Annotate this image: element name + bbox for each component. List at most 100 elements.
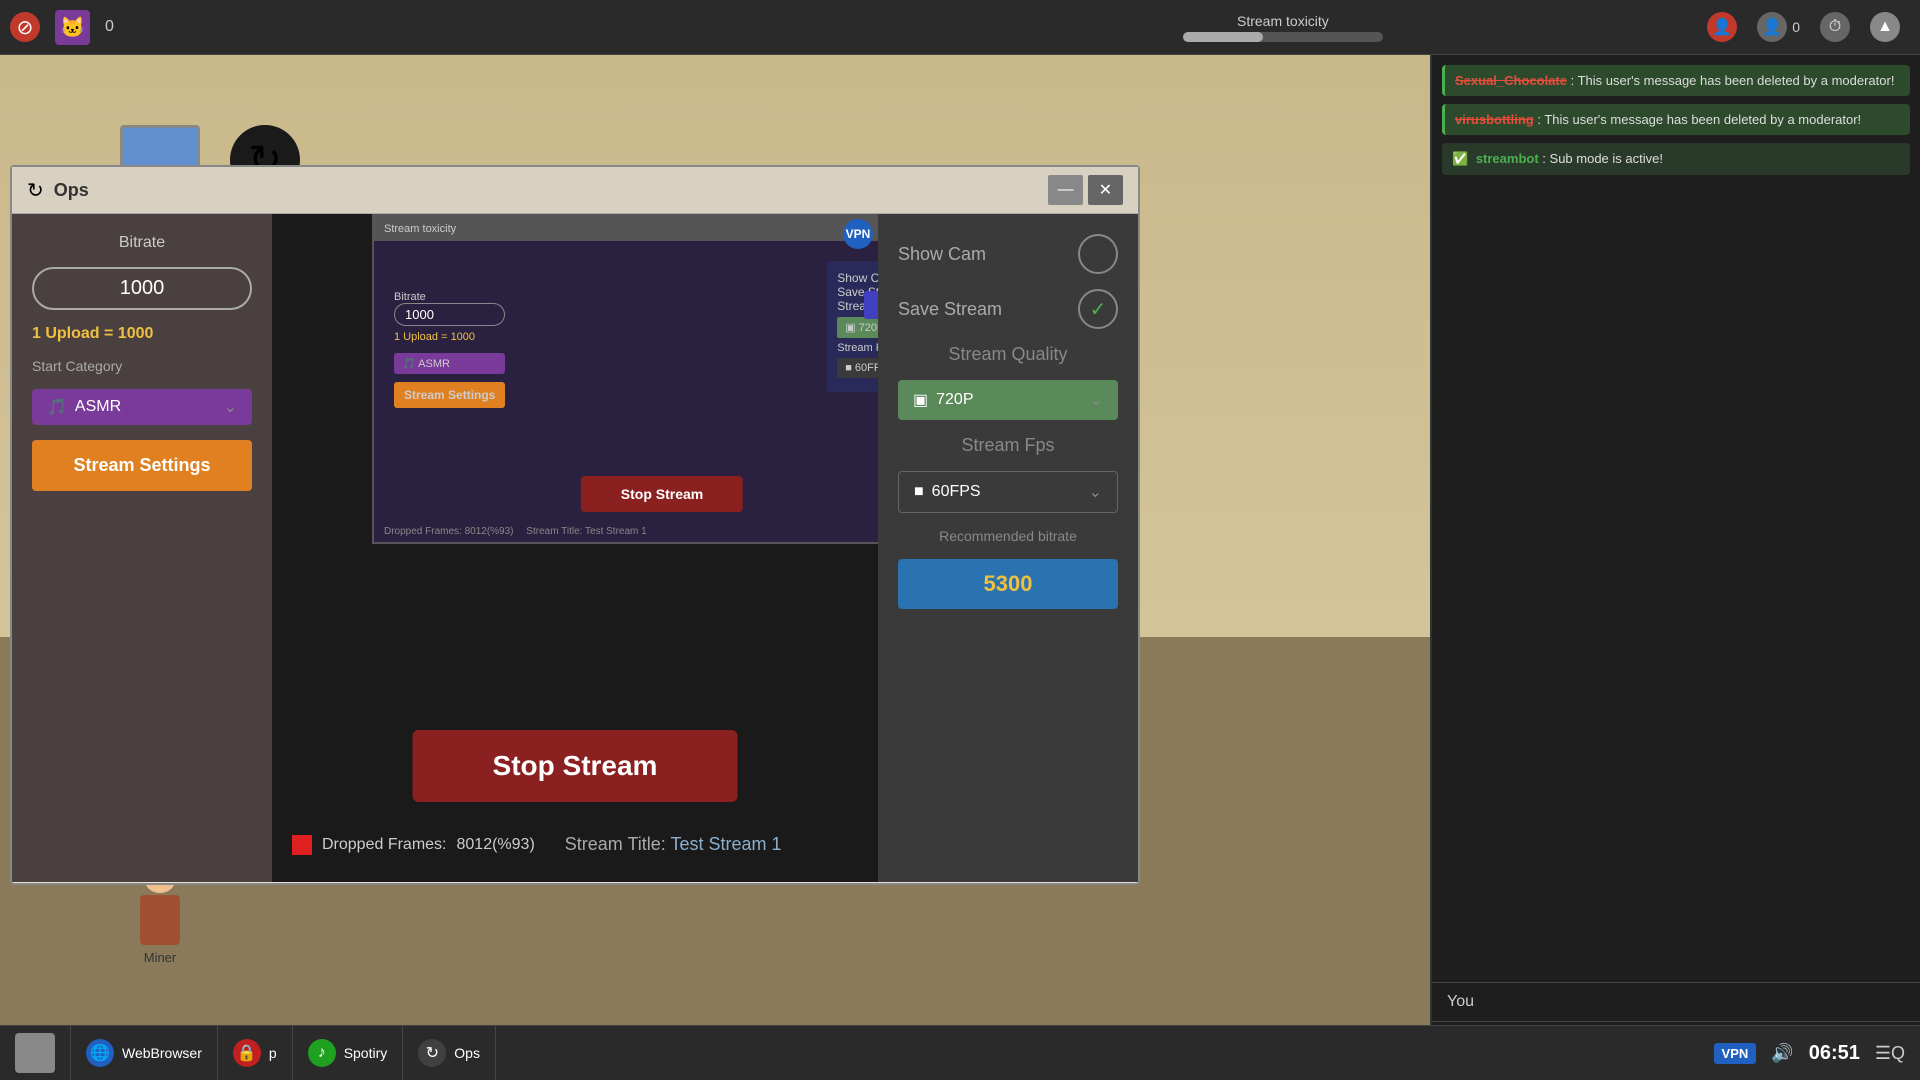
right-controls: Show Cam Save Stream ✓ Stream Quality ▣ … <box>878 214 1138 882</box>
toxicity-title: Stream toxicity <box>1237 13 1329 29</box>
ops-label: Ops <box>454 1045 480 1061</box>
ops-icon: ↻ <box>418 1039 446 1067</box>
taskbar-spotiry[interactable]: ♪ Spotiry <box>293 1026 404 1080</box>
top-bar: ⊘ 🐱 0 Stream toxicity 👤 👤 0 ⏱ ▲ <box>0 0 1920 55</box>
fps-select[interactable]: ■ 60FPS ⌄ <box>898 471 1118 513</box>
taskbar-blank[interactable] <box>0 1026 71 1080</box>
taskbar-webbrowser[interactable]: 🌐 WebBrowser <box>71 1026 218 1080</box>
spotiry-icon: ♪ <box>308 1039 336 1067</box>
deleted-text-1: : This user's message has been deleted b… <box>1571 73 1895 88</box>
recommended-label: Recommended bitrate <box>898 528 1118 544</box>
person-count: 0 <box>1792 19 1800 35</box>
stream-settings-button[interactable]: Stream Settings <box>32 440 252 491</box>
minimize-button[interactable]: — <box>1048 175 1083 205</box>
nested-bitrate-label: Bitrate <box>394 291 505 303</box>
nested-header-text: Stream toxicity <box>384 223 456 235</box>
save-stream-toggle[interactable]: ✓ <box>1078 289 1118 329</box>
bottom-info-bar: Dropped Frames: 8012(%93) Stream Title: … <box>272 807 878 882</box>
streambot-text: : Sub mode is active! <box>1542 151 1663 166</box>
vpn-preview-badge: VPN <box>843 219 873 249</box>
dropped-frames-value: 8012(%93) <box>457 836 535 854</box>
status-section: You <box>1432 982 1920 1021</box>
toxicity-bar <box>1183 32 1263 42</box>
toxicity-section: Stream toxicity <box>859 13 1708 42</box>
category-arrow-icon: ⌄ <box>224 397 237 417</box>
volume-icon[interactable]: 🔊 <box>1771 1043 1793 1064</box>
window-controls: — ✕ <box>1048 175 1123 205</box>
miner-label: Miner <box>140 950 180 965</box>
fps-value: 60FPS <box>932 483 981 501</box>
nested-fps-value: ■ 60FPS ↕ <box>837 358 878 378</box>
show-cam-toggle[interactable] <box>1078 234 1118 274</box>
taskbar-right: VPN 🔊 06:51 ☰Q <box>1699 1042 1920 1065</box>
category-select[interactable]: 🎵 ASMR ⌄ <box>32 389 252 425</box>
person-count-group: 👤 0 <box>1757 12 1800 42</box>
webbrowser-icon: 🌐 <box>86 1039 114 1067</box>
nested-stream-body: Show Cam ○ Save Stream ✓ Stream Quality … <box>374 241 878 542</box>
taskbar-menu-icon[interactable]: ☰Q <box>1875 1043 1905 1064</box>
taskbar-p[interactable]: 🔒 p <box>218 1026 293 1080</box>
main-area: ↻ Miner ↻ Ops — ✕ Bitrate 1 <box>0 55 1430 1025</box>
quality-arrow-icon: ⌄ <box>1090 390 1103 410</box>
nested-settings-btn: Stream Settings <box>394 382 505 408</box>
chat-message-deleted-1: Sexual_Chocolate : This user's message h… <box>1442 65 1910 96</box>
arrow-up-icon: ▲ <box>1870 12 1900 42</box>
deleted-text-2: : This user's message has been deleted b… <box>1537 112 1861 127</box>
bitrate-input[interactable] <box>32 267 252 310</box>
quality-icon: ▣ <box>913 390 928 410</box>
chat-messages-area: Sexual_Chocolate : This user's message h… <box>1432 55 1920 982</box>
taskbar-ops[interactable]: ↻ Ops <box>403 1026 496 1080</box>
nested-upload: 1 Upload = 1000 <box>394 331 505 343</box>
show-cam-row: Show Cam <box>898 234 1118 274</box>
nested-dropped: Dropped Frames: 8012(%93) <box>384 526 514 537</box>
window-title: Ops <box>54 180 1038 201</box>
p-icon: 🔒 <box>233 1039 261 1067</box>
chat-message-bot: ✅ streambot : Sub mode is active! <box>1442 143 1910 175</box>
show-cam-label: Show Cam <box>898 244 986 265</box>
timer-icon: ⏱ <box>1820 12 1850 42</box>
vpn-badge: VPN <box>1714 1043 1757 1064</box>
game-scene: ↻ Miner ↻ Ops — ✕ Bitrate 1 <box>0 55 1430 1025</box>
status-label: You <box>1447 993 1474 1010</box>
taskbar-blank-icon <box>15 1033 55 1073</box>
nested-stop-text: Stop Stream <box>621 486 703 502</box>
left-panel: Bitrate 1 Upload = 1000 Start Category 🎵… <box>12 214 272 882</box>
stream-title-value: Test Stream 1 <box>671 834 782 854</box>
nested-left-info: Bitrate 1000 1 Upload = 1000 🎵 ASMR Stre… <box>394 291 505 408</box>
streambot-checkmark: ✅ <box>1452 151 1468 166</box>
window-titlebar: ↻ Ops — ✕ <box>12 167 1138 214</box>
top-bar-icons: 👤 👤 0 ⏱ ▲ <box>1707 12 1920 42</box>
category-icon: 🎵 <box>47 397 67 417</box>
quality-value: 720P <box>936 391 973 409</box>
dropped-frames: Dropped Frames: 8012(%93) <box>292 835 535 855</box>
stream-title-section: Stream Title: Test Stream 1 <box>565 834 782 855</box>
nested-title: Stream Title: Test Stream 1 <box>526 526 646 537</box>
nested-fps-label: Stream Fps <box>837 342 878 354</box>
close-button[interactable]: ✕ <box>1088 175 1123 205</box>
cat-count: 0 <box>105 18 114 36</box>
recommended-bitrate-value: 5300 <box>898 559 1118 609</box>
toxicity-bar-container <box>1183 32 1383 42</box>
cat-avatar: 🐱 <box>55 10 90 45</box>
top-bar-left: ⊘ 🐱 0 <box>0 10 859 45</box>
quality-title: Stream Quality <box>898 344 1118 365</box>
nested-show-cam: Show Cam ○ <box>837 271 878 285</box>
chat-message-deleted-2: virusbottling : This user's message has … <box>1442 104 1910 135</box>
webbrowser-label: WebBrowser <box>122 1045 202 1061</box>
deleted-username-1: Sexual_Chocolate <box>1455 73 1567 88</box>
spotiry-label: Spotiry <box>344 1045 388 1061</box>
category-value: ASMR <box>75 398 121 416</box>
deleted-username-2: virusbottling <box>1455 112 1534 127</box>
nested-bitrate-box: 1000 <box>394 303 505 326</box>
app-window: ↻ Ops — ✕ Bitrate 1 Upload = 1000 Start … <box>10 165 1140 885</box>
ghost-icon: 👤 <box>1757 12 1787 42</box>
nested-category: 🎵 ASMR <box>394 353 505 374</box>
start-category-label: Start Category <box>32 358 252 374</box>
p-label: p <box>269 1045 277 1061</box>
quality-select[interactable]: ▣ 720P ⌄ <box>898 380 1118 420</box>
fps-arrow-icon: ⌄ <box>1089 482 1102 502</box>
person-icon: 👤 <box>1707 12 1737 42</box>
save-stream-row: Save Stream ✓ <box>898 289 1118 329</box>
nested-quality-value: ▣ 720P ↕ <box>837 317 878 338</box>
stop-stream-button[interactable]: Stop Stream <box>413 730 738 802</box>
